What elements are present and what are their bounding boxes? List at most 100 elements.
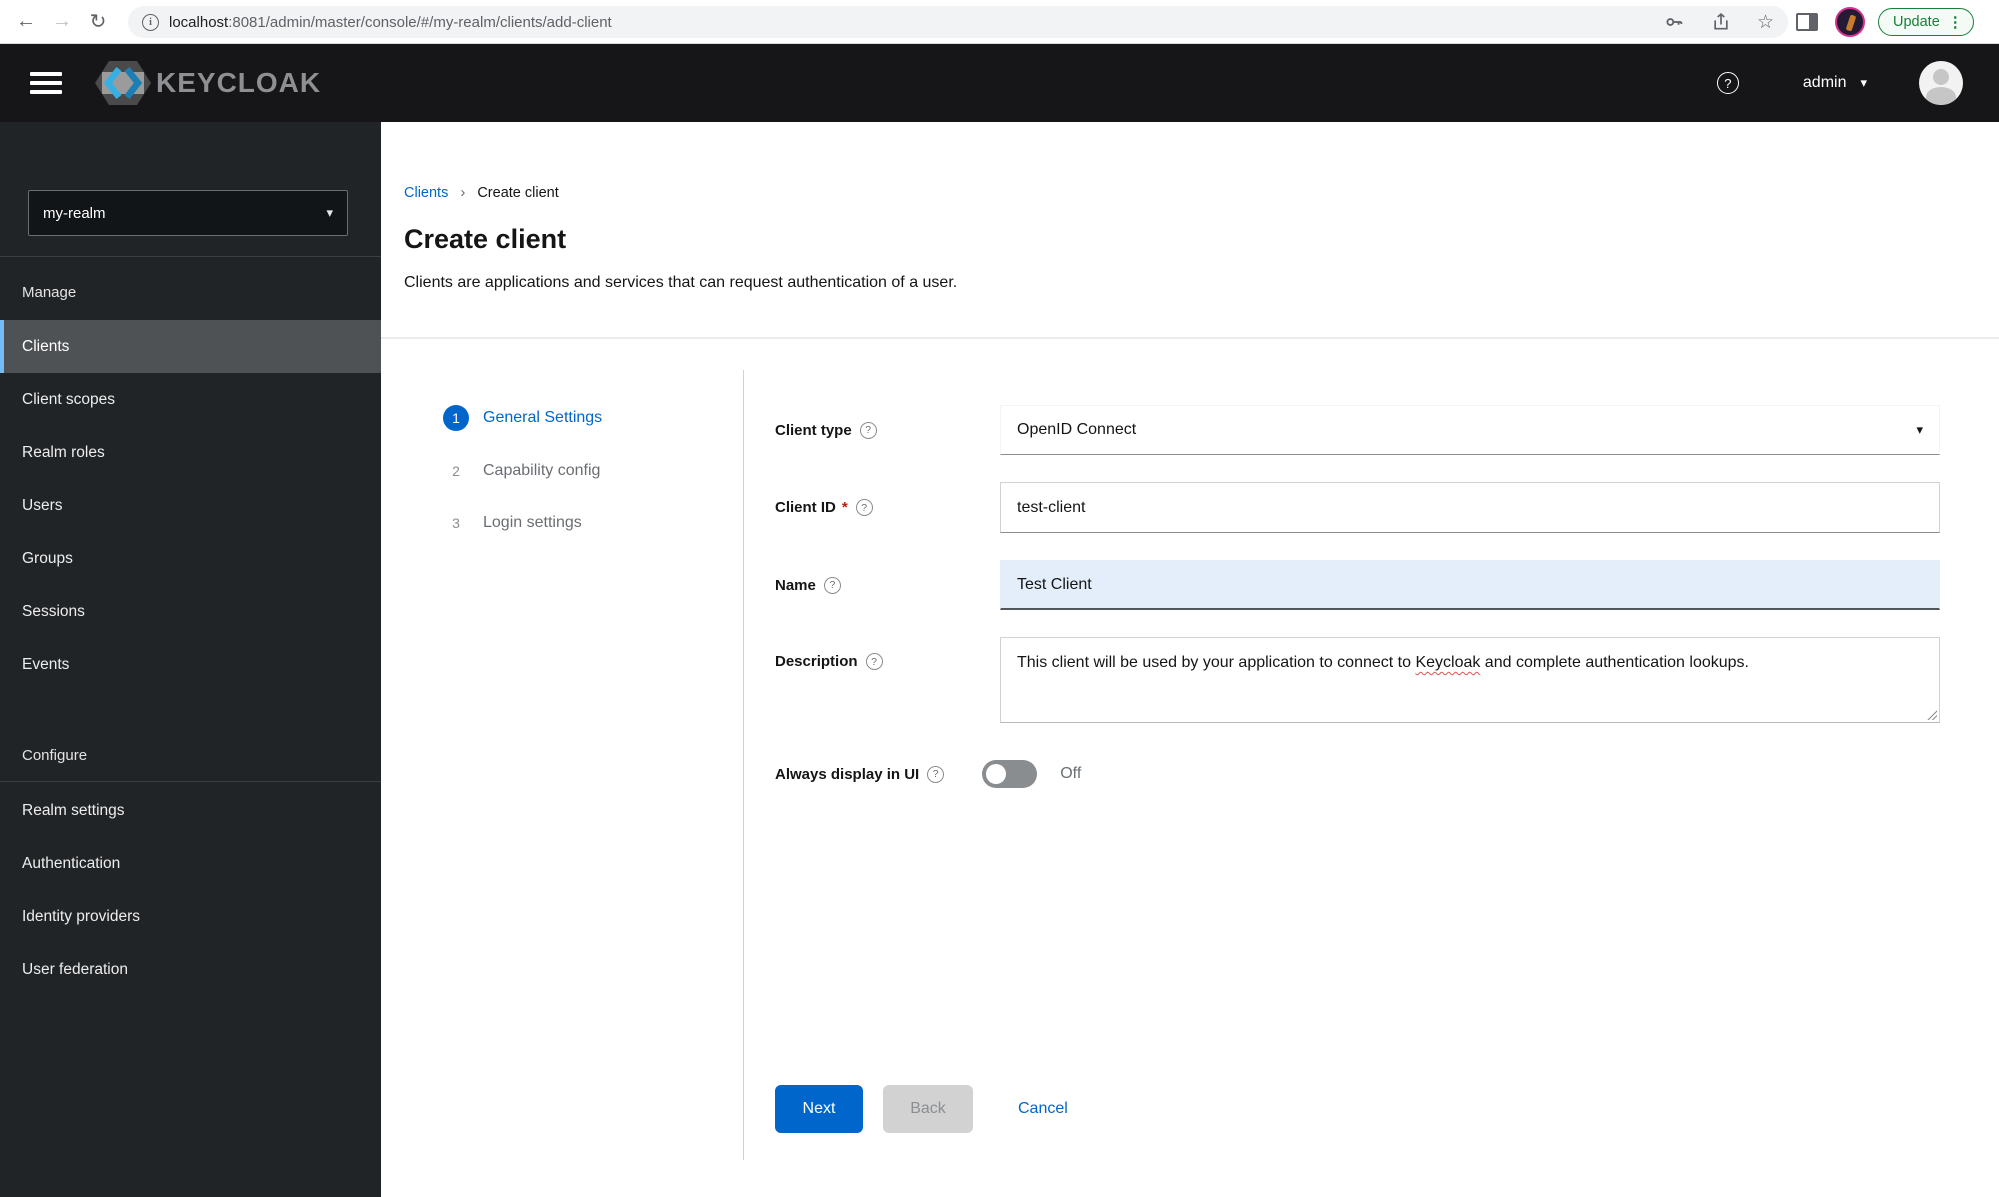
sidebar-item-authentication[interactable]: Authentication: [0, 837, 381, 890]
browser-profile-avatar[interactable]: [1835, 7, 1865, 37]
step-label: General Settings: [483, 409, 603, 426]
realm-selector[interactable]: my-realm ▾: [28, 190, 348, 236]
sidebar-item-events[interactable]: Events: [0, 638, 381, 691]
url-host: localhost: [169, 13, 229, 31]
site-info-icon[interactable]: i: [142, 13, 159, 31]
user-menu[interactable]: admin ▾: [1803, 74, 1867, 92]
breadcrumb-clients-link[interactable]: Clients: [404, 185, 448, 201]
browser-menu-icon[interactable]: ⋮: [1948, 13, 1963, 31]
sidebar-divider: [0, 781, 381, 782]
toggle-state-label: Off: [1060, 765, 1082, 782]
keycloak-logo: KEYCLOAK: [94, 58, 321, 108]
description-textarea[interactable]: This client will be used by your applica…: [1000, 637, 1940, 723]
cancel-button[interactable]: Cancel: [1018, 1085, 1068, 1133]
step-label: Login settings: [483, 514, 582, 531]
sidebar-divider: [0, 256, 381, 257]
sidebar-item-clients[interactable]: Clients: [0, 320, 381, 373]
always-display-toggle[interactable]: [982, 760, 1038, 788]
sidebar-item-users[interactable]: Users: [0, 479, 381, 532]
manage-nav-list: Clients Client scopes Realm roles Users …: [0, 320, 381, 691]
next-button[interactable]: Next: [775, 1085, 863, 1133]
back-button[interactable]: Back: [883, 1085, 973, 1133]
wizard-step-general-settings[interactable]: 1 General Settings: [443, 405, 602, 431]
url-text[interactable]: localhost:8081/admin/master/console/#/my…: [169, 14, 612, 31]
client-type-help-icon[interactable]: ?: [859, 421, 877, 439]
help-icon[interactable]: ?: [1716, 72, 1739, 94]
description-label: Description: [775, 653, 858, 670]
required-marker: *: [841, 499, 848, 516]
keycloak-logo-icon: [95, 61, 151, 105]
browser-update-button[interactable]: Update ⋮: [1878, 8, 1974, 36]
wizard-step-capability-config[interactable]: 2 Capability config: [443, 458, 600, 484]
realm-caret-icon: ▾: [326, 205, 333, 220]
client-type-value: OpenID Connect: [1017, 421, 1137, 438]
always-display-label-group: Always display in UI ?: [775, 765, 945, 783]
description-help-icon[interactable]: ?: [865, 653, 883, 670]
breadcrumb: Clients › Create client: [404, 184, 559, 201]
description-label-group: Description ?: [775, 637, 1000, 723]
step-number: 2: [452, 463, 460, 479]
page-title: Create client: [404, 224, 567, 254]
client-id-help-icon[interactable]: ?: [855, 499, 873, 516]
user-menu-caret-icon: ▾: [1860, 75, 1867, 90]
side-panel-icon[interactable]: [1796, 13, 1818, 31]
bookmark-star-icon[interactable]: ☆: [1757, 11, 1774, 34]
screen: ← → ↻ i localhost:8081/admin/master/cons…: [0, 0, 1999, 1197]
client-type-select[interactable]: OpenID Connect ▾: [1000, 405, 1940, 455]
nav-heading-configure: Configure: [22, 747, 88, 764]
nav-toggle-icon[interactable]: [30, 67, 62, 100]
always-display-row: Always display in UI ? Off: [775, 760, 1081, 788]
description-row: Description ? This client will be used b…: [775, 637, 1940, 723]
select-caret-icon: ▾: [1916, 422, 1923, 437]
client-id-label-group: Client ID * ?: [775, 482, 1000, 533]
user-avatar[interactable]: [1919, 61, 1963, 105]
toggle-knob: [986, 764, 1007, 784]
name-help-icon[interactable]: ?: [823, 576, 841, 594]
sidebar-item-realm-settings[interactable]: Realm settings: [0, 784, 381, 837]
browser-toolbar: ← → ↻ i localhost:8081/admin/master/cons…: [0, 0, 1999, 44]
sidebar-item-client-scopes[interactable]: Client scopes: [0, 373, 381, 426]
sidebar-item-sessions[interactable]: Sessions: [0, 585, 381, 638]
browser-reload-icon[interactable]: ↻: [80, 9, 116, 34]
username: admin: [1802, 74, 1847, 91]
breadcrumb-chevron-icon: ›: [460, 184, 466, 201]
step-number: 1: [443, 405, 469, 431]
sidebar-item-identity-providers[interactable]: Identity providers: [0, 890, 381, 943]
name-label-group: Name ?: [775, 560, 1000, 610]
breadcrumb-current: Create client: [477, 184, 559, 201]
description-text-after: and complete authentication lookups.: [1480, 654, 1749, 671]
sidebar-item-groups[interactable]: Groups: [0, 532, 381, 585]
page-subtitle: Clients are applications and services th…: [404, 274, 958, 291]
always-display-help-icon[interactable]: ?: [927, 765, 945, 783]
wizard-actions: Next Back Cancel: [775, 1085, 1068, 1133]
client-type-row: Client type ? OpenID Connect ▾: [775, 405, 1940, 455]
name-row: Name ?: [775, 560, 1940, 610]
header-divider: [381, 337, 1999, 339]
client-id-label: Client ID: [775, 499, 836, 516]
textarea-resize-handle[interactable]: [1926, 709, 1937, 720]
share-icon[interactable]: [1711, 12, 1731, 32]
name-input[interactable]: [1000, 560, 1940, 610]
url-path: :8081/admin/master/console/#/my-realm/cl…: [228, 13, 612, 31]
masthead-right: ? admin ▾: [1716, 61, 1999, 105]
description-text-misspelled: Keycloak: [1415, 654, 1481, 671]
always-display-label: Always display in UI: [775, 765, 920, 783]
browser-back-icon[interactable]: ←: [8, 10, 44, 33]
password-key-icon[interactable]: [1663, 11, 1685, 33]
brand-text: KEYCLOAK: [156, 67, 322, 98]
configure-nav-list: Realm settings Authentication Identity p…: [0, 784, 381, 996]
name-label: Name: [775, 576, 816, 594]
wizard-panel-divider: [743, 370, 744, 1160]
sidebar-item-realm-roles[interactable]: Realm roles: [0, 426, 381, 479]
masthead: KEYCLOAK ? admin ▾: [0, 44, 1999, 122]
update-label: Update: [1893, 14, 1940, 30]
step-label: Capability config: [483, 462, 601, 479]
browser-forward-icon[interactable]: →: [44, 10, 80, 33]
nav-heading-manage: Manage: [22, 284, 77, 301]
client-id-input[interactable]: [1000, 482, 1940, 533]
wizard-step-login-settings[interactable]: 3 Login settings: [443, 510, 582, 536]
step-number: 3: [452, 515, 460, 531]
address-bar[interactable]: i localhost:8081/admin/master/console/#/…: [128, 6, 1788, 38]
client-type-label: Client type: [775, 421, 852, 439]
sidebar-item-user-federation[interactable]: User federation: [0, 943, 381, 996]
